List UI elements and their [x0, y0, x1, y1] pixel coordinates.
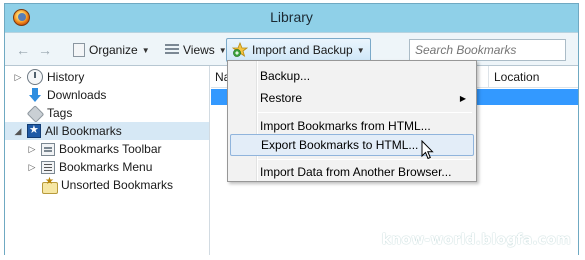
sidebar-item-all-bookmarks[interactable]: ◢ All Bookmarks: [5, 122, 209, 140]
sidebar-item-label: Downloads: [47, 88, 107, 102]
sidebar-item-bookmarks-toolbar[interactable]: ▷ Bookmarks Toolbar: [5, 140, 209, 158]
column-header-location[interactable]: Location: [494, 70, 539, 84]
menu-separator: [258, 112, 472, 113]
history-icon: [27, 69, 43, 85]
sidebar-item-label: Unsorted Bookmarks: [61, 178, 174, 192]
sidebar-item-bookmarks-menu[interactable]: ▷ Bookmarks Menu: [5, 158, 209, 176]
mouse-cursor-icon: [421, 140, 434, 160]
organize-button[interactable]: Organize ▼: [67, 38, 156, 62]
tag-icon: [27, 105, 43, 121]
import-and-backup-button[interactable]: Import and Backup ▼: [226, 38, 371, 62]
sidebar-tree: ▷ History Downloads Tags ◢ All Bookmarks…: [5, 66, 210, 255]
back-arrow-icon[interactable]: ←: [15, 42, 31, 58]
import-backup-menu: Backup... Restore ▶ Import Bookmarks fro…: [227, 60, 477, 182]
expand-arrow-icon[interactable]: ▷: [27, 162, 37, 173]
views-label: Views: [183, 43, 215, 57]
menu-folder-icon: [41, 160, 55, 174]
collapse-arrow-icon[interactable]: ◢: [13, 126, 23, 137]
menu-item-export-html[interactable]: Export Bookmarks to HTML...: [230, 134, 474, 156]
download-icon: [27, 87, 43, 103]
sidebar-item-label: Tags: [47, 106, 73, 120]
views-icon: [165, 44, 179, 56]
sidebar-item-label: History: [47, 70, 85, 84]
column-divider[interactable]: [488, 66, 489, 88]
menu-separator: [258, 159, 472, 160]
expand-arrow-icon[interactable]: ▷: [13, 72, 23, 83]
views-button[interactable]: Views ▼: [159, 38, 233, 62]
sidebar-item-label: All Bookmarks: [45, 124, 122, 138]
sidebar-item-label: Bookmarks Toolbar: [59, 142, 162, 156]
import-star-icon: [231, 41, 249, 58]
watermark-text: know-world.blogfa.com: [381, 232, 571, 248]
organize-label: Organize: [89, 43, 138, 57]
sidebar-item-history[interactable]: ▷ History: [5, 68, 209, 86]
sidebar-item-tags[interactable]: Tags: [5, 104, 209, 122]
submenu-arrow-icon: ▶: [459, 93, 466, 103]
menu-item-restore[interactable]: Restore ▶: [230, 87, 474, 109]
window-title: Library: [270, 9, 313, 25]
import-and-backup-label: Import and Backup: [252, 43, 353, 57]
search-input[interactable]: [409, 39, 566, 61]
sidebar-item-unsorted-bookmarks[interactable]: Unsorted Bookmarks: [5, 176, 209, 194]
title-bar[interactable]: Library: [5, 4, 578, 32]
sidebar-item-label: Bookmarks Menu: [59, 160, 153, 174]
menu-item-backup[interactable]: Backup...: [230, 65, 474, 87]
expand-arrow-icon[interactable]: ▷: [27, 144, 37, 155]
chevron-down-icon: ▼: [356, 45, 365, 55]
toolbar-folder-icon: [41, 142, 55, 156]
sidebar-item-downloads[interactable]: Downloads: [5, 86, 209, 104]
forward-arrow-icon[interactable]: →: [37, 42, 53, 58]
bookmarks-star-icon: [27, 123, 41, 138]
menu-item-import-browser[interactable]: Import Data from Another Browser...: [230, 161, 474, 183]
unsorted-folder-icon: [41, 176, 58, 194]
organize-icon: [73, 41, 91, 57]
chevron-down-icon: ▼: [141, 45, 150, 55]
